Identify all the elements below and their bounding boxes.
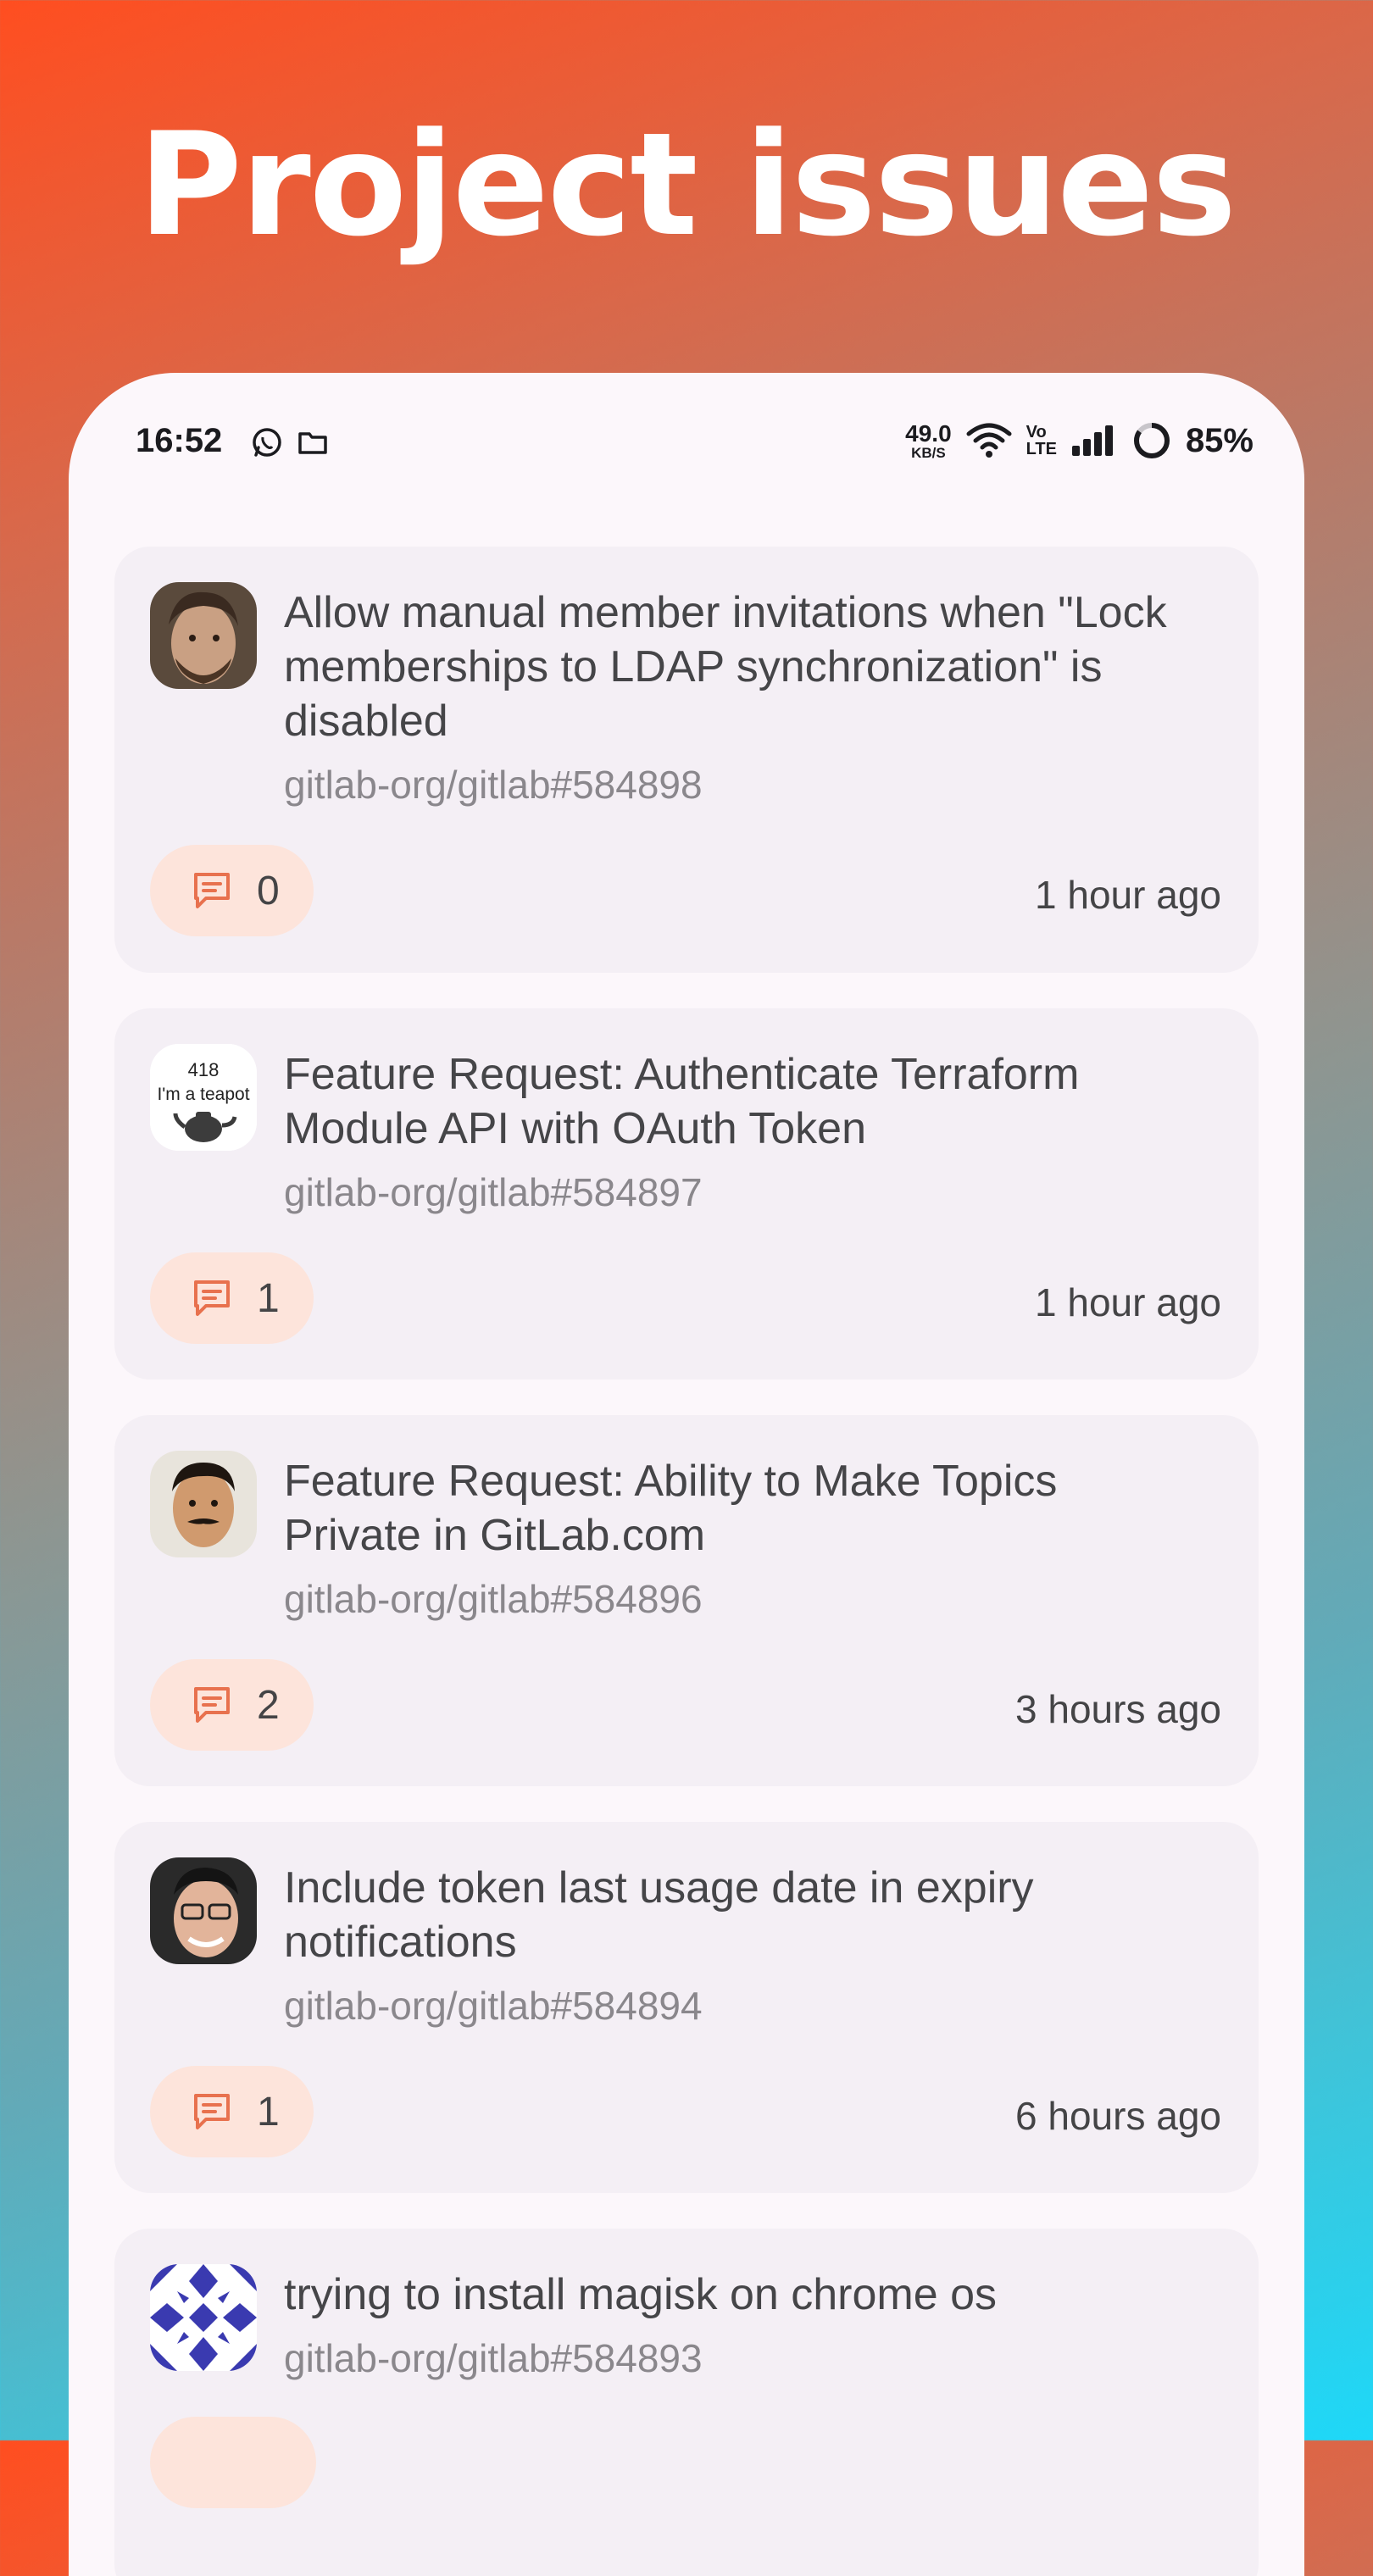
issue-title: Include token last usage date in expiry … [284, 1863, 1034, 1967]
issue-title: Allow manual member invitations when "Lo… [284, 588, 1167, 746]
network-speed-unit: KB/S [911, 444, 946, 461]
issue-card[interactable]: 418 I'm a teapot Feature Request: Authen… [114, 1008, 1259, 1380]
author-avatar [150, 1857, 257, 1964]
signal-icon [1071, 425, 1113, 456]
comment-count-pill[interactable]: 2 [150, 1659, 314, 1751]
comment-count-pill[interactable]: 1 [150, 1252, 314, 1344]
wifi-icon [966, 423, 1012, 458]
network-speed-value: 49.0 [905, 419, 952, 447]
status-time: 16:52 [136, 422, 223, 459]
status-bar: 16:52 49.0 KB/S Vo LTE 85% [69, 373, 1304, 508]
issue-title: trying to install magisk on chrome os [284, 2270, 998, 2319]
author-avatar [150, 582, 257, 689]
issue-reference: gitlab-org/gitlab#584893 [284, 2336, 703, 2380]
issue-title: Feature Request: Authenticate Terraform … [284, 1050, 1080, 1153]
issue-reference: gitlab-org/gitlab#584898 [284, 763, 703, 807]
comment-icon [194, 1687, 230, 1723]
issue-card[interactable]: Feature Request: Ability to Make Topics … [114, 1415, 1259, 1786]
comment-icon [194, 2094, 230, 2129]
comment-icon [194, 873, 230, 908]
issue-reference: gitlab-org/gitlab#584896 [284, 1577, 703, 1621]
issue-card[interactable]: Include token last usage date in expiry … [114, 1822, 1259, 2193]
comment-icon [194, 1280, 230, 1316]
issue-reference: gitlab-org/gitlab#584897 [284, 1170, 703, 1214]
page-hero-title: Project issues [137, 102, 1237, 268]
issue-card[interactable]: Allow manual member invitations when "Lo… [114, 547, 1259, 973]
network-speed: 49.0 KB/S [905, 419, 952, 461]
status-right: 49.0 KB/S Vo LTE 85% [905, 420, 1253, 461]
author-avatar: 418 I'm a teapot [150, 1044, 257, 1151]
comment-count-pill[interactable]: 0 [150, 845, 314, 936]
comment-count-pill[interactable]: 1 [150, 2066, 314, 2157]
issue-time: 1 hour ago [1035, 873, 1221, 917]
volte-top: Vo [1026, 423, 1047, 441]
issue-time: 1 hour ago [1035, 1280, 1221, 1324]
issue-card[interactable]: trying to install magisk on chrome os gi… [114, 2229, 1259, 2576]
comment-count: 0 [257, 868, 280, 913]
volte-bottom: LTE [1026, 440, 1057, 458]
issue-time: 3 hours ago [1015, 1687, 1221, 1731]
folder-icon [298, 432, 327, 454]
issue-time: 6 hours ago [1015, 2094, 1221, 2138]
comment-count-pill[interactable] [150, 2417, 316, 2508]
comment-count: 1 [257, 2089, 280, 2135]
volte-indicator: Vo LTE [1026, 424, 1057, 458]
author-avatar [150, 2264, 257, 2371]
battery-ring-icon [1133, 423, 1170, 458]
comment-count: 1 [257, 1275, 280, 1321]
author-avatar [150, 1451, 257, 1557]
whatsapp-icon [253, 428, 281, 457]
phone-screen: 16:52 49.0 KB/S Vo LTE 85% Allow manual … [69, 373, 1304, 2576]
svg-text:I'm a teapot: I'm a teapot [157, 1085, 249, 1104]
issue-reference: gitlab-org/gitlab#584894 [284, 1984, 703, 2028]
comment-count: 2 [257, 1682, 280, 1728]
svg-text:418: 418 [188, 1059, 220, 1080]
battery-percent: 85% [1185, 421, 1253, 459]
issue-title: Feature Request: Ability to Make Topics … [284, 1457, 1058, 1560]
status-left-icons [250, 425, 330, 459]
